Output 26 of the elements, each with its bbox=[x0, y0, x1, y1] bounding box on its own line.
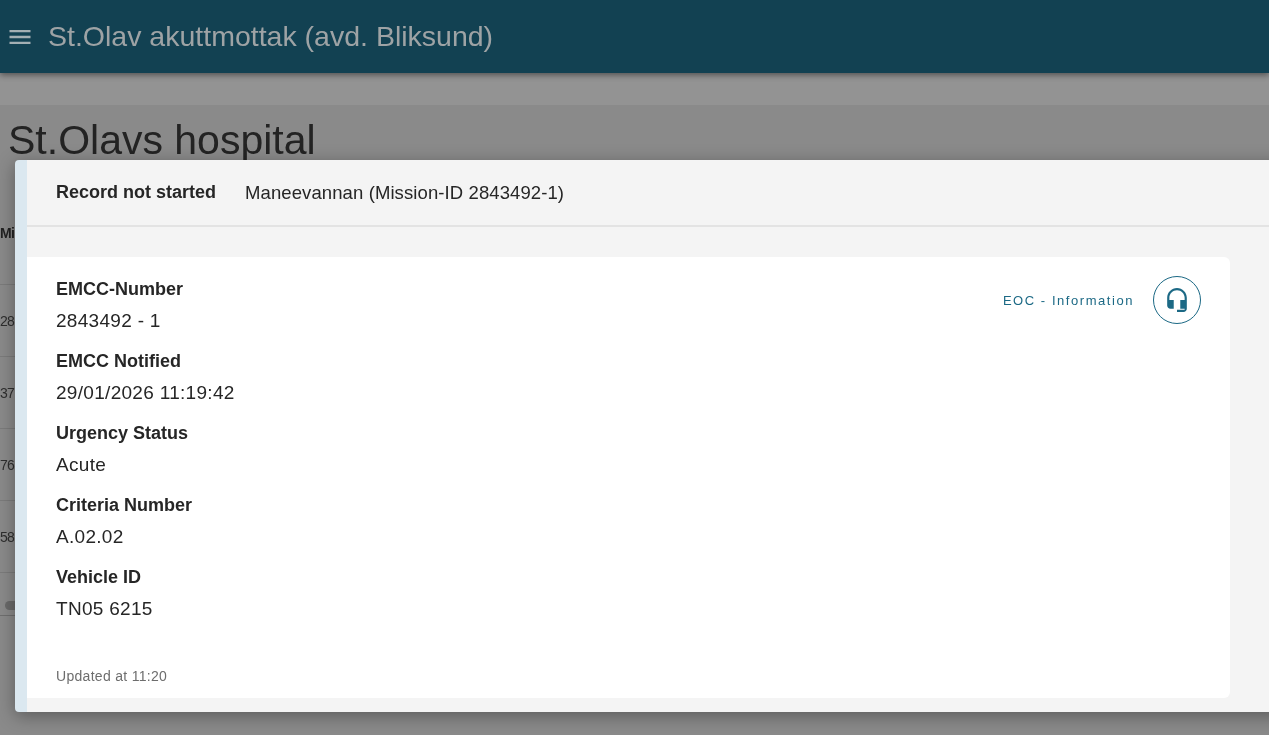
record-status: Record not started bbox=[56, 182, 217, 203]
scrollbar-thumb[interactable] bbox=[5, 601, 15, 610]
eoc-information-link[interactable]: EOC - Information bbox=[1002, 292, 1134, 308]
field-value: 2843492 - 1 bbox=[56, 309, 162, 333]
menu-icon bbox=[9, 29, 31, 44]
updated-time: Updated at 11:20 bbox=[56, 667, 168, 686]
app-title: St.Olav akuttmottak (avd. Bliksund) bbox=[48, 20, 494, 53]
field-value: 29/01/2026 11:19:42 bbox=[56, 381, 235, 405]
table-cell-text: 76 bbox=[0, 455, 15, 475]
field-value: TN05 6215 bbox=[56, 597, 154, 621]
menu-button[interactable] bbox=[9, 29, 31, 44]
column-header: Mi bbox=[0, 224, 15, 243]
field-label: Criteria Number bbox=[56, 494, 194, 517]
table-cell-text: 37 bbox=[0, 383, 15, 403]
headset-icon bbox=[1167, 288, 1187, 312]
field-value: Acute bbox=[56, 453, 108, 477]
headset-button[interactable] bbox=[1153, 276, 1201, 324]
table-cell-text: 28 bbox=[0, 311, 15, 331]
mission-title: Maneevannan (Mission-ID 2843492-1) bbox=[245, 181, 565, 204]
field-label: Vehicle ID bbox=[56, 566, 143, 589]
table-cell-text: 58 bbox=[0, 527, 15, 547]
page-heading: St.Olavs hospital bbox=[8, 116, 317, 164]
field-value: A.02.02 bbox=[56, 525, 125, 549]
field-label: Urgency Status bbox=[56, 422, 190, 445]
field-label: EMCC Notified bbox=[56, 350, 182, 373]
field-label: EMCC-Number bbox=[56, 278, 184, 301]
